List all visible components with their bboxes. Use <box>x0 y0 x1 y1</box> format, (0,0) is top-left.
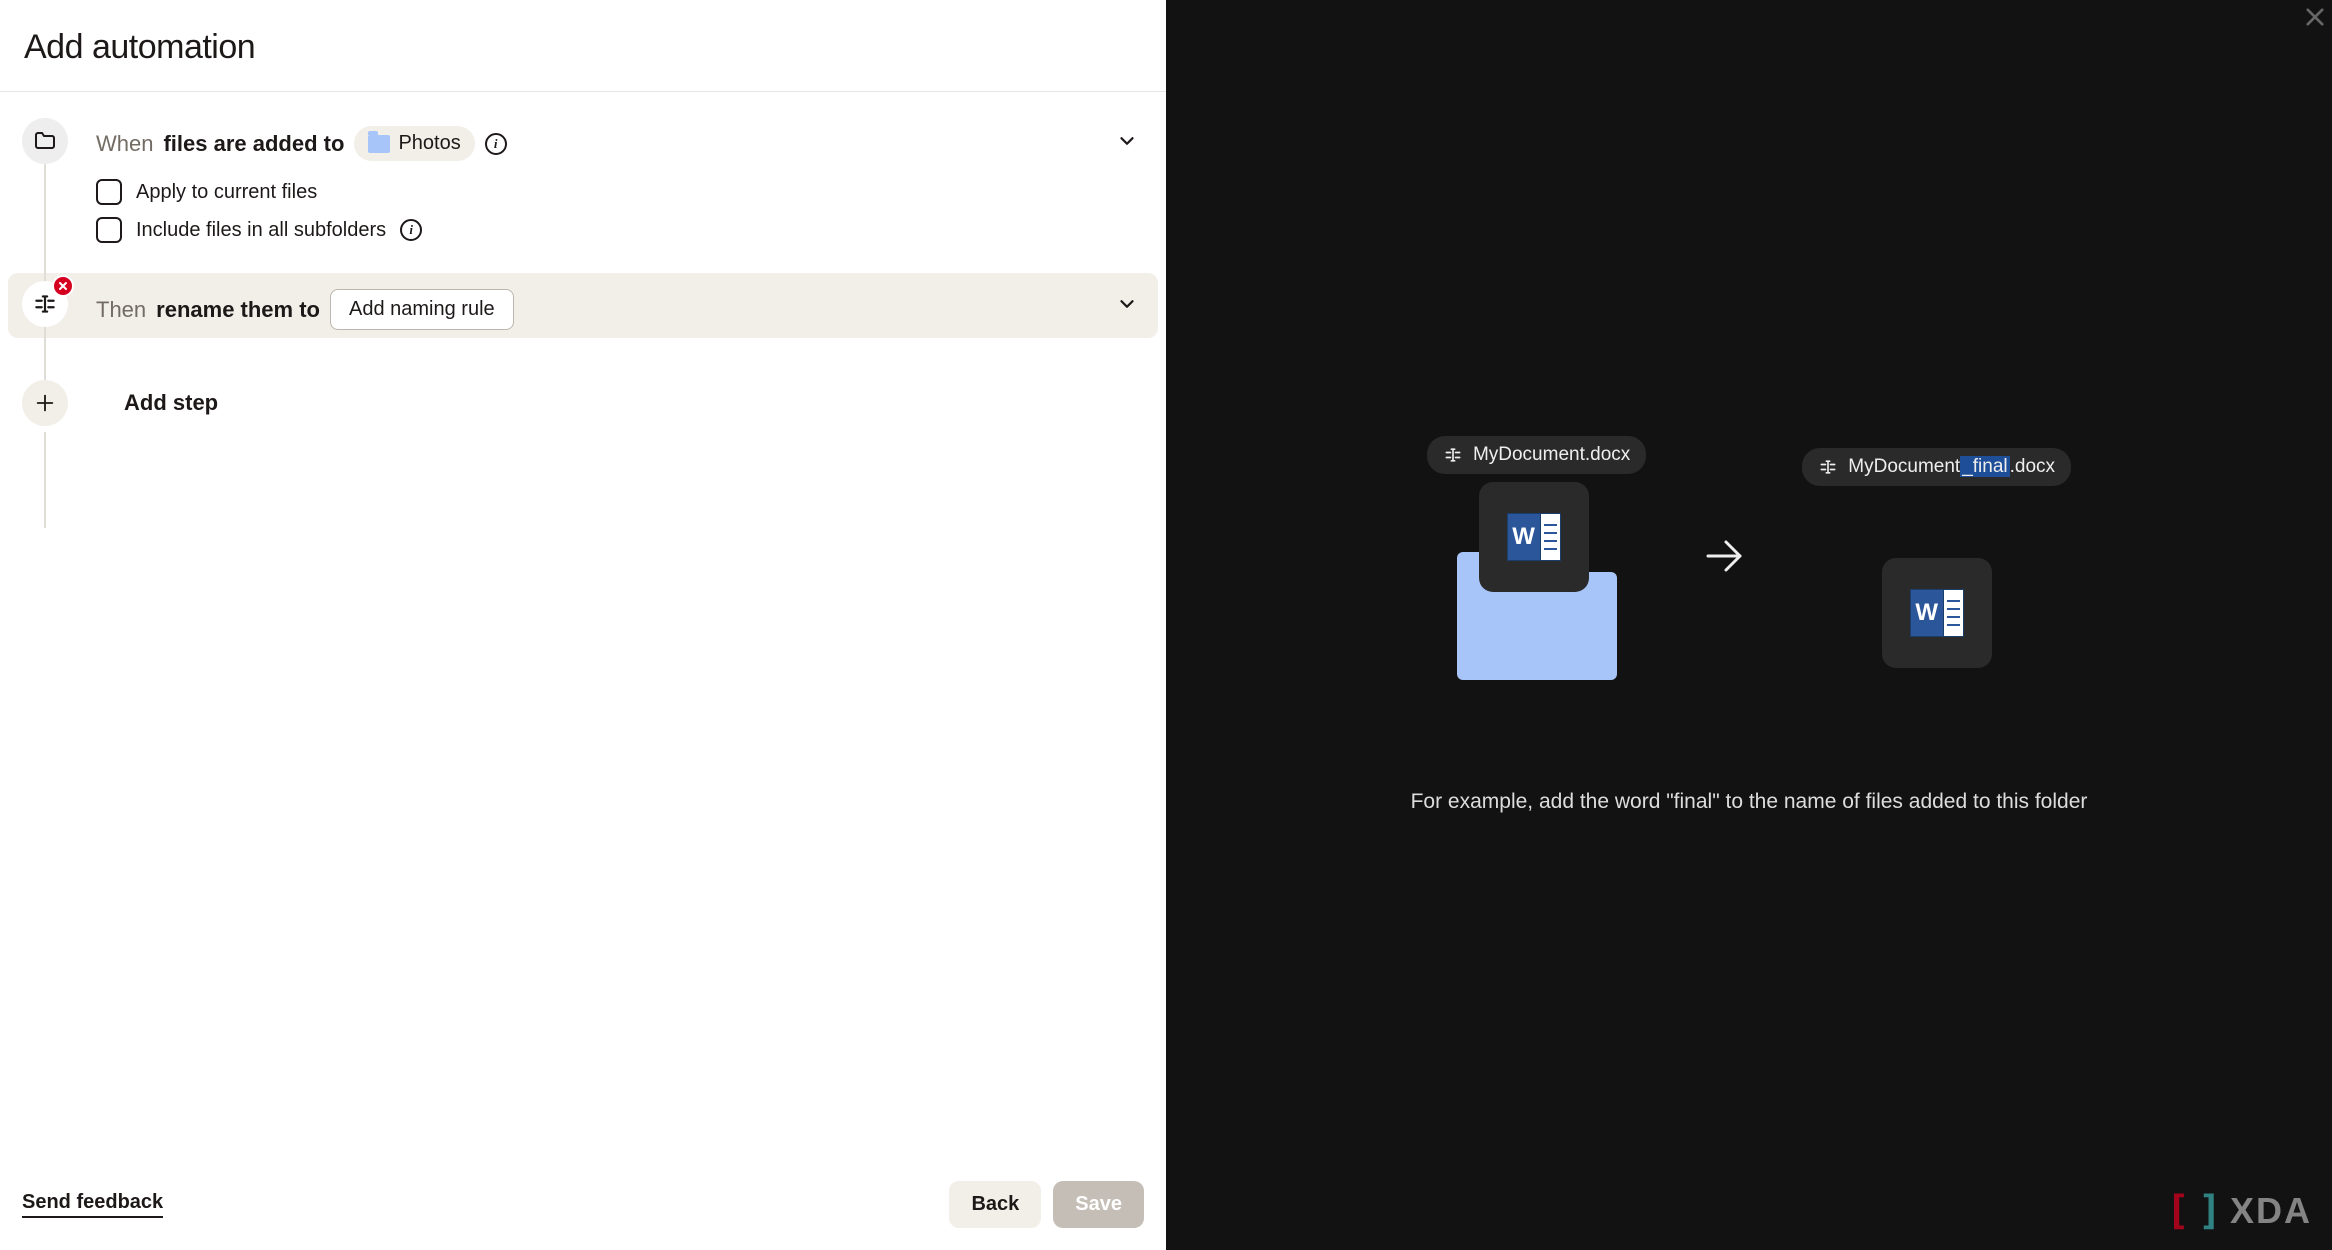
preview-stage: MyDocument.docx W MyDocument_final.docx <box>1427 436 2071 680</box>
when-step[interactable]: When files are added to Photos i Apply t… <box>8 110 1158 251</box>
xda-logo: [] XDA <box>2166 1188 2312 1234</box>
footer: Send feedback Back Save <box>0 1163 1166 1250</box>
preview-after: MyDocument_final.docx W <box>1802 448 2071 668</box>
then-content: Then rename them to Add naming rule <box>96 281 1110 330</box>
collapse-when-button[interactable] <box>1110 124 1144 158</box>
apply-current-checkbox[interactable] <box>96 179 122 205</box>
xda-bracket-right-icon: ] <box>2198 1188 2222 1234</box>
when-summary: When files are added to Photos i <box>96 126 1110 161</box>
preview-document-tile: W <box>1882 558 1992 668</box>
when-prefix: When <box>96 131 153 157</box>
close-icon[interactable] <box>2306 8 2324 31</box>
after-filename-chip: MyDocument_final.docx <box>1802 448 2071 486</box>
header: Add automation <box>0 0 1166 92</box>
include-subfolders-label: Include files in all subfolders <box>136 219 386 242</box>
preview-document-tile: W <box>1479 482 1589 592</box>
apply-current-option[interactable]: Apply to current files <box>96 179 1110 205</box>
xda-text: XDA <box>2230 1190 2312 1232</box>
rename-icon <box>1818 457 1838 477</box>
connector-line <box>44 164 46 384</box>
folder-icon <box>22 118 68 164</box>
plus-icon <box>22 380 68 426</box>
word-icon: W <box>1910 589 1964 637</box>
after-filename-pre: MyDocument <box>1848 456 1960 477</box>
connector-line <box>44 432 46 528</box>
when-options: Apply to current files Include files in … <box>96 179 1110 243</box>
rename-icon <box>1443 445 1463 465</box>
arrow-icon <box>1700 532 1748 585</box>
then-prefix: Then <box>96 297 146 323</box>
when-action: files are added to <box>163 131 344 157</box>
folder-chip[interactable]: Photos <box>354 126 474 161</box>
then-step[interactable]: Then rename them to Add naming rule <box>8 273 1158 338</box>
footer-buttons: Back Save <box>949 1181 1144 1228</box>
remove-step-button[interactable] <box>52 275 74 297</box>
after-filename: MyDocument_final.docx <box>1848 456 2055 478</box>
add-naming-rule-button[interactable]: Add naming rule <box>330 289 514 330</box>
apply-current-label: Apply to current files <box>136 181 317 204</box>
save-button[interactable]: Save <box>1053 1181 1144 1228</box>
then-action: rename them to <box>156 297 320 323</box>
then-summary: Then rename them to Add naming rule <box>96 289 1110 330</box>
before-filename-chip: MyDocument.docx <box>1427 436 1646 474</box>
preview-caption: For example, add the word "final" to the… <box>1411 790 2088 814</box>
add-step-button[interactable]: Add step <box>8 366 1158 440</box>
after-filename-post: .docx <box>2010 456 2055 477</box>
preview-before: MyDocument.docx W <box>1427 436 1646 680</box>
add-step-label: Add step <box>124 390 218 416</box>
page-title: Add automation <box>24 28 1142 67</box>
info-icon[interactable]: i <box>400 219 422 241</box>
steps-container: When files are added to Photos i Apply t… <box>0 92 1166 1163</box>
mini-folder-icon <box>368 135 390 153</box>
preview-folder-icon: W <box>1457 572 1617 680</box>
folder-name: Photos <box>398 132 460 155</box>
before-filename: MyDocument.docx <box>1473 444 1630 466</box>
rename-icon <box>22 281 68 327</box>
after-filename-highlight: _final <box>1960 456 2009 477</box>
preview-panel: MyDocument.docx W MyDocument_final.docx <box>1166 0 2332 1250</box>
include-subfolders-checkbox[interactable] <box>96 217 122 243</box>
back-button[interactable]: Back <box>949 1181 1041 1228</box>
when-content: When files are added to Photos i Apply t… <box>96 118 1110 243</box>
include-subfolders-option[interactable]: Include files in all subfolders i <box>96 217 1110 243</box>
send-feedback-link[interactable]: Send feedback <box>22 1191 163 1218</box>
automation-form-panel: Add automation When files are added to P… <box>0 0 1166 1250</box>
info-icon[interactable]: i <box>485 133 507 155</box>
collapse-then-button[interactable] <box>1110 287 1144 321</box>
xda-bracket-left-icon: [ <box>2166 1188 2190 1234</box>
word-icon: W <box>1507 513 1561 561</box>
